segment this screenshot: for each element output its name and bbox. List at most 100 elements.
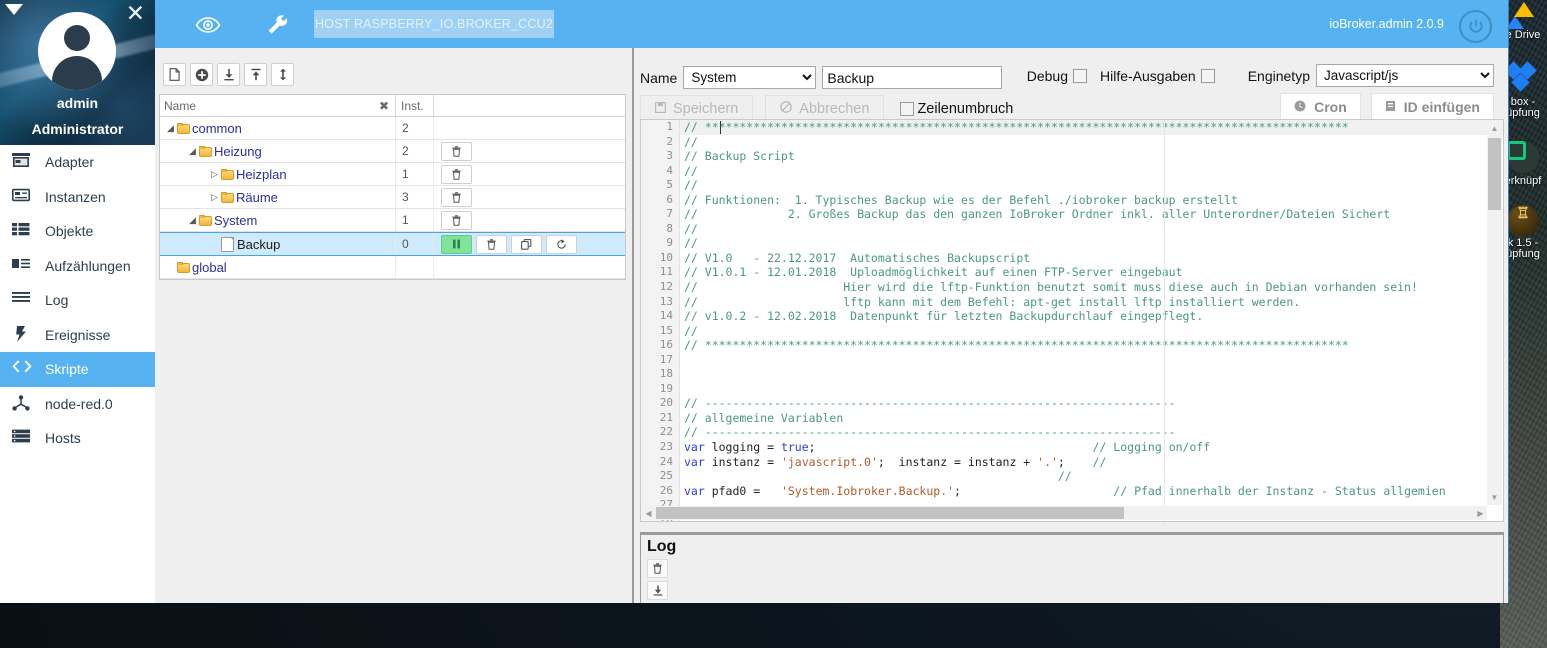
cancel-button[interactable]: Abbrechen <box>765 95 885 122</box>
tree-row[interactable]: ▷ Heizplan 1 <box>160 163 625 186</box>
tree-row[interactable]: Backup 0 <box>160 232 625 256</box>
delete-icon[interactable] <box>441 187 472 207</box>
power-icon[interactable] <box>1459 10 1492 43</box>
code-line: // -------------------------------------… <box>684 396 1176 411</box>
sidebar-item-objekte[interactable]: Objekte <box>0 214 155 249</box>
tree-row[interactable]: ▷ Räume 3 <box>160 186 625 209</box>
script-name-input[interactable] <box>822 66 1003 89</box>
add-circle-icon[interactable] <box>190 63 213 86</box>
line-number: 23 <box>659 440 673 454</box>
restart-icon[interactable] <box>546 234 577 254</box>
twisty-closed-icon[interactable]: ▷ <box>208 169 221 180</box>
table-icon <box>12 222 34 240</box>
sidebar-item-log[interactable]: Log <box>0 283 155 318</box>
scroll-down-icon[interactable]: ▼ <box>1487 490 1502 505</box>
editor-vertical-scrollbar[interactable]: ▲ ▼ <box>1487 121 1502 505</box>
line-number: 25 <box>659 469 673 483</box>
code-lines[interactable]: // *************************************… <box>680 120 1503 521</box>
script-tree: Name ✖ Inst. ◢ common 2 ◢ Heizung 2 ▷ Heizplan 1… <box>159 94 626 280</box>
delete-icon[interactable] <box>441 210 472 230</box>
code-line: // -------------------------------------… <box>684 425 1176 440</box>
sidebar-item-skripte[interactable]: Skripte <box>0 352 155 387</box>
tree-row-name-cell: ◢ System <box>160 209 396 231</box>
delete-icon[interactable] <box>441 164 472 184</box>
save-button[interactable]: Speichern <box>640 95 754 122</box>
tree-row[interactable]: global <box>160 256 625 279</box>
tree-row-name-cell: Backup <box>160 233 396 255</box>
tree-row-name-cell: ◢ common <box>160 117 396 139</box>
folder-icon <box>221 168 234 180</box>
collapse-sidebar-icon[interactable] <box>5 4 23 15</box>
sidebar-item-ereignisse[interactable]: Ereignisse <box>0 318 155 353</box>
tree-row-name-cell: ▷ Heizplan <box>160 163 396 185</box>
copy-icon[interactable] <box>511 234 542 254</box>
tree-row-instance-count <box>396 256 434 278</box>
tree-row[interactable]: ◢ Heizung 2 <box>160 140 625 163</box>
pause-icon[interactable] <box>441 234 472 254</box>
expand-down-icon[interactable] <box>217 63 240 86</box>
scroll-up-icon[interactable]: ▲ <box>1487 121 1502 136</box>
help-output-checkbox[interactable] <box>1200 68 1215 83</box>
horizontal-scroll-thumb[interactable] <box>656 507 1124 519</box>
code-line: // allgemeine Variablen <box>684 410 844 425</box>
enginetype-select[interactable]: Javascript/jsBlocklyTypeScript/ts <box>1316 64 1494 87</box>
wordwrap-label: Zeilenumbruch <box>917 100 1014 117</box>
twisty-open-icon[interactable]: ◢ <box>186 146 199 157</box>
insert-id-button[interactable]: ID einfügen <box>1370 93 1494 121</box>
tree-column-inst: Inst. <box>396 95 434 116</box>
sidebar-item-aufzaehlungen[interactable]: Aufzählungen <box>0 249 155 284</box>
sidebar-item-instanzen[interactable]: Instanzen <box>0 180 155 215</box>
new-file-icon[interactable] <box>163 63 186 86</box>
debug-checkbox[interactable] <box>1072 68 1087 83</box>
twisty-open-icon[interactable]: ◢ <box>164 123 177 134</box>
sidebar-item-hosts[interactable]: Hosts <box>0 421 155 456</box>
trash-icon[interactable] <box>647 559 668 578</box>
code-editor[interactable]: 1 2 3 4 5 6 7 8 9 10 11 12 13 14 15 16 17 18 19 20 21 22 23 24 2… <box>640 119 1504 522</box>
save-label: Speichern <box>673 100 739 117</box>
code-line: // Funktionen: 1. Typisches Backup wie e… <box>684 192 1238 207</box>
editor-horizontal-scrollbar[interactable]: ◀ ▶ <box>642 506 1487 520</box>
editor-actions-row: Speichern Abbrechen Zeilenumbruch <box>640 95 1013 122</box>
sidebar-item-label: Log <box>45 292 69 309</box>
sidebar-item-node-red[interactable]: node-red.0 <box>0 387 155 422</box>
tree-column-actions <box>434 95 625 116</box>
close-icon[interactable]: ✕ <box>126 2 145 25</box>
sidebar-item-label: node-red.0 <box>45 395 113 412</box>
sidebar-item-adapter[interactable]: Adapter <box>0 145 155 180</box>
wrench-icon[interactable] <box>265 12 291 38</box>
tree-row[interactable]: ◢ System 1 <box>160 209 625 232</box>
eye-icon[interactable] <box>195 12 221 38</box>
tree-row-label: Heizplan <box>236 166 287 182</box>
cron-button[interactable]: Cron <box>1280 93 1361 121</box>
scroll-right-icon[interactable]: ▶ <box>1474 506 1487 520</box>
user-role: Administrator <box>31 121 124 137</box>
avatar-head <box>64 25 90 51</box>
code-line: // <box>684 236 698 251</box>
scroll-left-icon[interactable]: ◀ <box>642 506 655 520</box>
download-icon[interactable] <box>647 581 668 600</box>
expand-all-icon[interactable] <box>271 63 294 86</box>
delete-icon[interactable] <box>476 234 507 254</box>
log-panel: Log <box>640 532 1504 603</box>
delete-icon[interactable] <box>441 141 472 161</box>
folder-select[interactable]: SystemcommonglobalHeizung <box>683 66 817 89</box>
sidebar: ✕ admin Administrator Adapter Instanzen … <box>0 0 155 603</box>
tree-row-label: common <box>192 120 242 136</box>
line-number: 8 <box>666 221 673 235</box>
wordwrap-checkbox[interactable] <box>900 101 915 116</box>
vertical-scroll-thumb[interactable] <box>1488 138 1501 210</box>
code-line: // Backup Script <box>684 149 795 164</box>
line-number: 21 <box>659 410 673 424</box>
code-line: var pfad0 = 'System.Iobroker.Backup.'; /… <box>684 483 1446 498</box>
host-field[interactable]: HOST RASPBERRY_IO.BROKER_CCU2 <box>314 10 554 38</box>
line-number: 2 <box>666 134 673 148</box>
clear-filter-icon[interactable]: ✖ <box>379 99 389 113</box>
tree-row[interactable]: ◢ common 2 <box>160 117 625 140</box>
twisty-closed-icon[interactable]: ▷ <box>208 192 221 203</box>
line-number: 7 <box>666 207 673 221</box>
line-number: 4 <box>666 163 673 177</box>
collapse-up-icon[interactable] <box>244 63 267 86</box>
twisty-open-icon[interactable]: ◢ <box>186 215 199 226</box>
enginetype-option: Enginetyp Javascript/jsBlocklyTypeScript… <box>1248 64 1494 87</box>
